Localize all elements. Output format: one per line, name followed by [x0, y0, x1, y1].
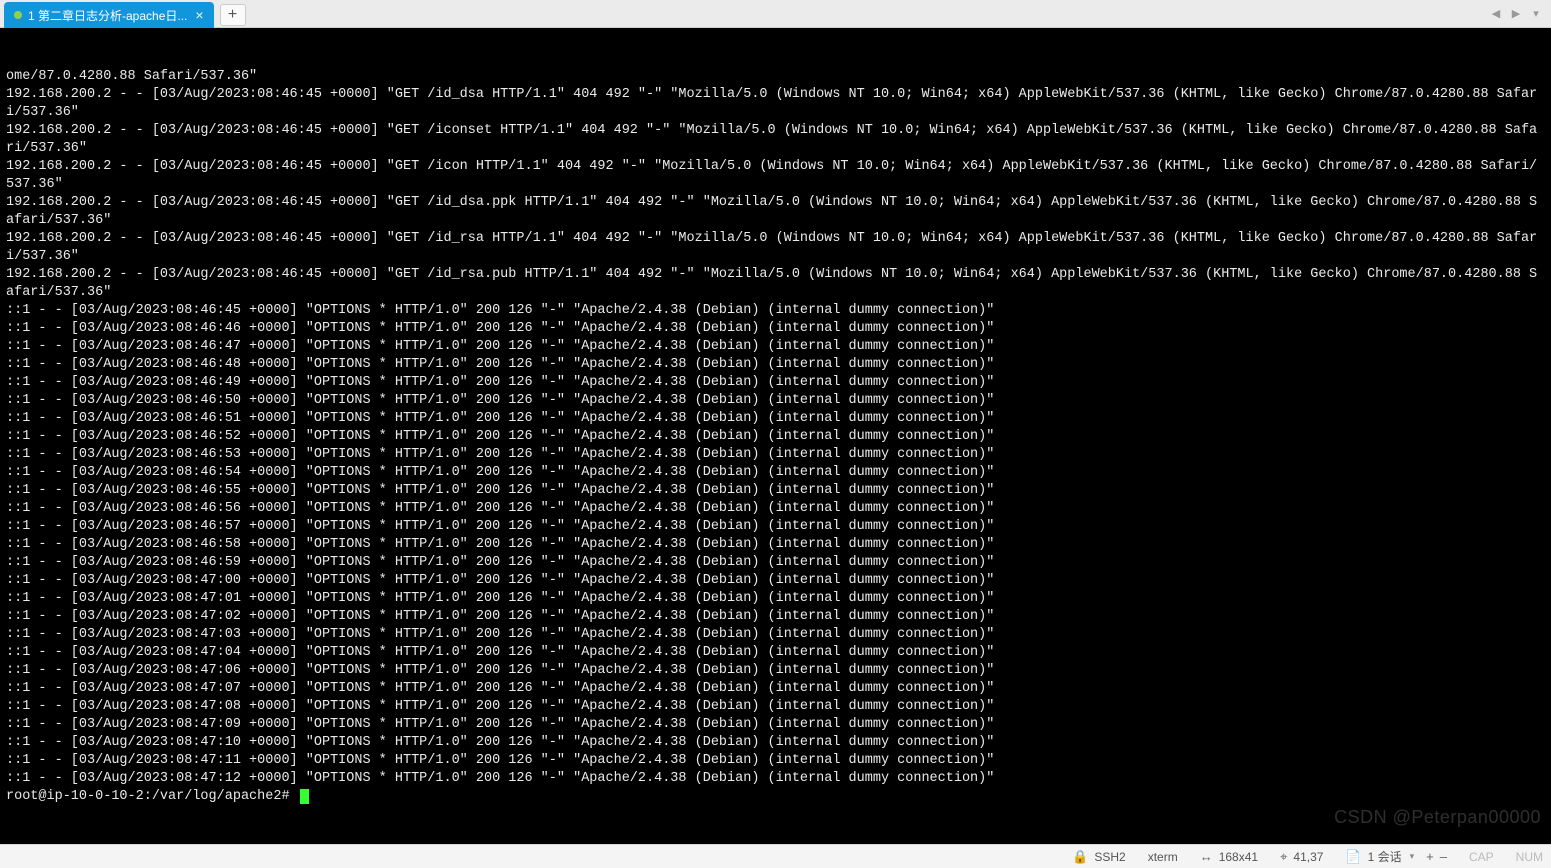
tab-title: 1 第二章日志分析-apache日...: [28, 7, 187, 24]
log-line: ::1 - - [03/Aug/2023:08:46:52 +0000] "OP…: [6, 428, 1545, 446]
lock-icon: 🔒: [1072, 849, 1088, 865]
log-line: ::1 - - [03/Aug/2023:08:47:00 +0000] "OP…: [6, 572, 1545, 590]
status-size: ↔ 168x41: [1200, 849, 1258, 864]
add-session-icon[interactable]: +: [1426, 849, 1434, 864]
status-num-label: NUM: [1516, 850, 1543, 864]
cursor-block: [300, 789, 309, 804]
tab-next-icon[interactable]: ▶: [1507, 5, 1525, 23]
status-termtype[interactable]: xterm: [1148, 850, 1178, 864]
log-line: 192.168.200.2 - - [03/Aug/2023:08:46:45 …: [6, 266, 1545, 302]
log-line: ::1 - - [03/Aug/2023:08:47:03 +0000] "OP…: [6, 626, 1545, 644]
watermark: CSDN @Peterpan00000: [1334, 808, 1541, 826]
cursor-icon: ⌖: [1280, 849, 1287, 865]
log-line: 192.168.200.2 - - [03/Aug/2023:08:46:45 …: [6, 194, 1545, 230]
log-line: ::1 - - [03/Aug/2023:08:47:09 +0000] "OP…: [6, 716, 1545, 734]
log-line: 192.168.200.2 - - [03/Aug/2023:08:46:45 …: [6, 122, 1545, 158]
log-line: ::1 - - [03/Aug/2023:08:47:12 +0000] "OP…: [6, 770, 1545, 788]
status-size-label: 168x41: [1219, 850, 1258, 864]
status-num: NUM: [1516, 850, 1543, 864]
log-line: ::1 - - [03/Aug/2023:08:46:53 +0000] "OP…: [6, 446, 1545, 464]
new-tab-button[interactable]: +: [220, 4, 246, 26]
terminal[interactable]: ome/87.0.4280.88 Safari/537.36"192.168.2…: [0, 28, 1551, 844]
status-protocol[interactable]: 🔒 SSH2: [1072, 849, 1126, 865]
status-sessions-label: 1 会话: [1368, 848, 1402, 865]
tab-active[interactable]: 1 第二章日志分析-apache日... ×: [4, 2, 214, 28]
log-line: ::1 - - [03/Aug/2023:08:47:06 +0000] "OP…: [6, 662, 1545, 680]
status-protocol-label: SSH2: [1094, 850, 1125, 864]
log-line: ::1 - - [03/Aug/2023:08:47:10 +0000] "OP…: [6, 734, 1545, 752]
status-caps: CAP: [1469, 850, 1494, 864]
prompt-text: root@ip-10-0-10-2:/var/log/apache2#: [6, 789, 298, 804]
log-line: ::1 - - [03/Aug/2023:08:46:50 +0000] "OP…: [6, 392, 1545, 410]
tab-bar: 1 第二章日志分析-apache日... × + ◀ ▶ ▾: [0, 0, 1551, 28]
log-line: ::1 - - [03/Aug/2023:08:46:48 +0000] "OP…: [6, 356, 1545, 374]
status-sessions[interactable]: 📄 1 会话 ▾ + –: [1345, 848, 1447, 865]
log-line: 192.168.200.2 - - [03/Aug/2023:08:46:45 …: [6, 230, 1545, 266]
status-cursor: ⌖ 41,37: [1280, 849, 1323, 865]
chevron-down-icon: ▾: [1410, 851, 1415, 862]
status-bar: 🔒 SSH2 xterm ↔ 168x41 ⌖ 41,37 📄 1 会话 ▾ +…: [0, 844, 1551, 868]
log-line: ::1 - - [03/Aug/2023:08:46:56 +0000] "OP…: [6, 500, 1545, 518]
log-line: ::1 - - [03/Aug/2023:08:46:46 +0000] "OP…: [6, 320, 1545, 338]
log-line: ::1 - - [03/Aug/2023:08:47:07 +0000] "OP…: [6, 680, 1545, 698]
log-line: ::1 - - [03/Aug/2023:08:46:45 +0000] "OP…: [6, 302, 1545, 320]
log-line: 192.168.200.2 - - [03/Aug/2023:08:46:45 …: [6, 86, 1545, 122]
log-line: ::1 - - [03/Aug/2023:08:46:47 +0000] "OP…: [6, 338, 1545, 356]
log-line: ::1 - - [03/Aug/2023:08:47:02 +0000] "OP…: [6, 608, 1545, 626]
log-line: ::1 - - [03/Aug/2023:08:46:59 +0000] "OP…: [6, 554, 1545, 572]
log-line: ::1 - - [03/Aug/2023:08:46:51 +0000] "OP…: [6, 410, 1545, 428]
log-line: ::1 - - [03/Aug/2023:08:47:11 +0000] "OP…: [6, 752, 1545, 770]
remove-session-icon[interactable]: –: [1440, 849, 1447, 864]
status-cursor-label: 41,37: [1293, 850, 1323, 864]
close-icon[interactable]: ×: [193, 8, 205, 22]
log-line: ::1 - - [03/Aug/2023:08:47:08 +0000] "OP…: [6, 698, 1545, 716]
tab-list-icon[interactable]: ▾: [1527, 5, 1545, 23]
log-line: ::1 - - [03/Aug/2023:08:46:54 +0000] "OP…: [6, 464, 1545, 482]
log-line: ::1 - - [03/Aug/2023:08:47:04 +0000] "OP…: [6, 644, 1545, 662]
tab-nav-controls: ◀ ▶ ▾: [1487, 0, 1551, 27]
tab-prev-icon[interactable]: ◀: [1487, 5, 1505, 23]
log-line: 192.168.200.2 - - [03/Aug/2023:08:46:45 …: [6, 158, 1545, 194]
status-termtype-label: xterm: [1148, 850, 1178, 864]
log-line: ::1 - - [03/Aug/2023:08:46:58 +0000] "OP…: [6, 536, 1545, 554]
log-line: ::1 - - [03/Aug/2023:08:46:57 +0000] "OP…: [6, 518, 1545, 536]
size-icon: ↔: [1200, 849, 1213, 864]
prompt-line[interactable]: root@ip-10-0-10-2:/var/log/apache2#: [6, 788, 1545, 806]
log-line: ome/87.0.4280.88 Safari/537.36": [6, 68, 1545, 86]
log-line: ::1 - - [03/Aug/2023:08:46:49 +0000] "OP…: [6, 374, 1545, 392]
tab-status-icon: [14, 11, 22, 19]
log-line: ::1 - - [03/Aug/2023:08:47:01 +0000] "OP…: [6, 590, 1545, 608]
status-caps-label: CAP: [1469, 850, 1494, 864]
log-line: ::1 - - [03/Aug/2023:08:46:55 +0000] "OP…: [6, 482, 1545, 500]
session-icon: 📄: [1345, 849, 1361, 865]
